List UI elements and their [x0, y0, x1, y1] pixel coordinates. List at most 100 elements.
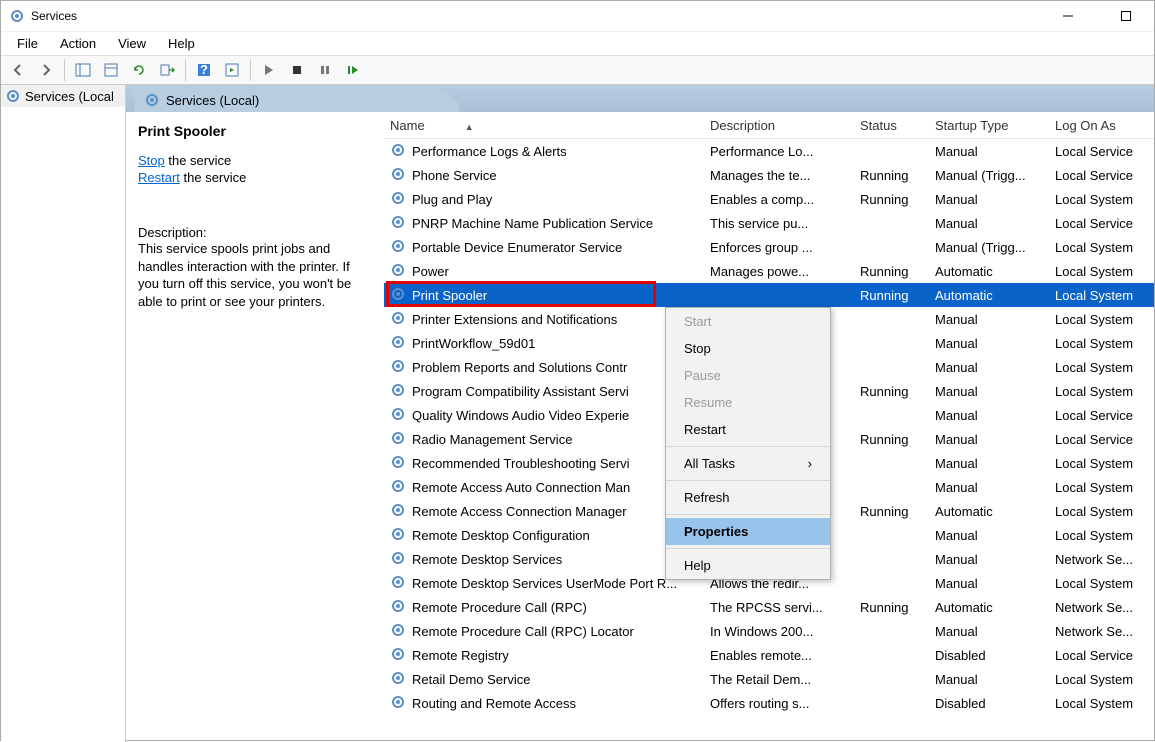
pause-service-button[interactable]	[313, 58, 337, 82]
restart-link[interactable]: Restart	[138, 170, 180, 185]
tree-item-label: Services (Local	[25, 89, 114, 104]
service-startup: Manual	[929, 406, 1049, 425]
table-row[interactable]: Plug and PlayEnables a comp...RunningMan…	[384, 187, 1154, 211]
service-icon	[390, 310, 406, 329]
maximize-button[interactable]	[1106, 2, 1146, 30]
service-icon	[390, 166, 406, 185]
back-button[interactable]	[6, 58, 30, 82]
service-icon	[390, 670, 406, 689]
service-startup: Manual	[929, 214, 1049, 233]
context-properties[interactable]: Properties	[666, 518, 830, 545]
service-startup: Manual	[929, 142, 1049, 161]
minimize-button[interactable]	[1048, 2, 1088, 30]
column-startup-type[interactable]: Startup Type	[929, 114, 1049, 137]
separator	[666, 548, 830, 549]
context-stop[interactable]: Stop	[666, 335, 830, 362]
service-desc: Enables a comp...	[704, 190, 854, 209]
properties-button[interactable]	[99, 58, 123, 82]
table-row[interactable]: Retail Demo ServiceThe Retail Dem...Manu…	[384, 667, 1154, 691]
menu-view[interactable]: View	[108, 34, 156, 53]
context-start[interactable]: Start	[666, 308, 830, 335]
service-startup: Manual (Trigg...	[929, 166, 1049, 185]
stop-link[interactable]: Stop	[138, 153, 165, 168]
export-button[interactable]	[155, 58, 179, 82]
services-icon	[5, 88, 21, 104]
service-logon: Local System	[1049, 382, 1154, 401]
service-desc: Manages powe...	[704, 262, 854, 281]
table-row[interactable]: Remote Procedure Call (RPC) LocatorIn Wi…	[384, 619, 1154, 643]
table-row[interactable]: Phone ServiceManages the te...RunningMan…	[384, 163, 1154, 187]
service-startup: Manual	[929, 190, 1049, 209]
tree-pane: Services (Local	[1, 85, 126, 742]
context-all-tasks[interactable]: All Tasks›	[666, 450, 830, 477]
chevron-right-icon: ›	[808, 456, 812, 471]
separator	[666, 514, 830, 515]
service-desc: Manages the te...	[704, 166, 854, 185]
service-startup: Automatic	[929, 286, 1049, 305]
table-row[interactable]: Remote Procedure Call (RPC)The RPCSS ser…	[384, 595, 1154, 619]
action-pane-button[interactable]	[220, 58, 244, 82]
service-status	[854, 413, 929, 417]
service-startup: Manual	[929, 622, 1049, 641]
table-row[interactable]: Routing and Remote AccessOffers routing …	[384, 691, 1154, 715]
service-desc: The Retail Dem...	[704, 670, 854, 689]
column-log-on-as[interactable]: Log On As	[1049, 114, 1154, 137]
context-refresh[interactable]: Refresh	[666, 484, 830, 511]
table-row[interactable]: Portable Device Enumerator Service Enforc…	[384, 235, 1154, 259]
service-logon: Local Service	[1049, 166, 1154, 185]
restart-service-button[interactable]	[341, 58, 365, 82]
description-label: Description:	[138, 225, 372, 240]
service-icon	[390, 454, 406, 473]
toolbar: ?	[1, 55, 1154, 85]
service-icon	[390, 550, 406, 569]
service-icon	[390, 358, 406, 377]
table-row[interactable]: PowerManages powe...RunningAutomaticLoca…	[384, 259, 1154, 283]
context-restart[interactable]: Restart	[666, 416, 830, 443]
service-name: Portable Device Enumerator Service	[412, 240, 622, 255]
service-icon	[390, 478, 406, 497]
service-name: Performance Logs & Alerts	[412, 144, 567, 159]
column-status[interactable]: Status	[854, 114, 929, 137]
service-desc: Enforces group ...	[704, 238, 854, 257]
service-icon	[390, 646, 406, 665]
column-name[interactable]: Name▲	[384, 114, 704, 137]
service-logon: Local System	[1049, 310, 1154, 329]
table-row[interactable]: PNRP Machine Name Publication ServiceThi…	[384, 211, 1154, 235]
stop-service-button[interactable]	[285, 58, 309, 82]
context-help[interactable]: Help	[666, 552, 830, 579]
column-description[interactable]: Description	[704, 114, 854, 137]
tab-label: Services (Local)	[166, 93, 259, 108]
table-row[interactable]: Print SpoolerRunningAutomaticLocal Syste…	[384, 283, 1154, 307]
service-startup: Manual	[929, 358, 1049, 377]
context-pause[interactable]: Pause	[666, 362, 830, 389]
titlebar: Services	[1, 1, 1154, 31]
service-icon	[390, 694, 406, 713]
service-name: Recommended Troubleshooting Servi	[412, 456, 630, 471]
menu-file[interactable]: File	[7, 34, 48, 53]
window-title: Services	[31, 9, 1048, 23]
refresh-button[interactable]	[127, 58, 151, 82]
service-status	[854, 557, 929, 561]
separator	[64, 59, 65, 81]
show-hide-tree-button[interactable]	[71, 58, 95, 82]
separator	[666, 446, 830, 447]
service-name: Power	[412, 264, 449, 279]
service-name: PrintWorkflow_59d01	[412, 336, 535, 351]
service-logon: Local System	[1049, 694, 1154, 713]
service-desc	[704, 293, 854, 297]
forward-button[interactable]	[34, 58, 58, 82]
service-name: Remote Access Connection Manager	[412, 504, 627, 519]
service-startup: Manual	[929, 574, 1049, 593]
context-menu: Start Stop Pause Resume Restart All Task…	[665, 307, 831, 580]
service-status	[854, 149, 929, 153]
table-row[interactable]: Remote RegistryEnables remote...Disabled…	[384, 643, 1154, 667]
menu-action[interactable]: Action	[50, 34, 106, 53]
tab-services-local[interactable]: Services (Local)	[134, 88, 459, 112]
tree-item-services-local[interactable]: Services (Local	[1, 85, 125, 107]
table-row[interactable]: Performance Logs & AlertsPerformance Lo.…	[384, 139, 1154, 163]
menu-help[interactable]: Help	[158, 34, 205, 53]
service-logon: Local System	[1049, 478, 1154, 497]
context-resume[interactable]: Resume	[666, 389, 830, 416]
start-service-button[interactable]	[257, 58, 281, 82]
help-button[interactable]: ?	[192, 58, 216, 82]
